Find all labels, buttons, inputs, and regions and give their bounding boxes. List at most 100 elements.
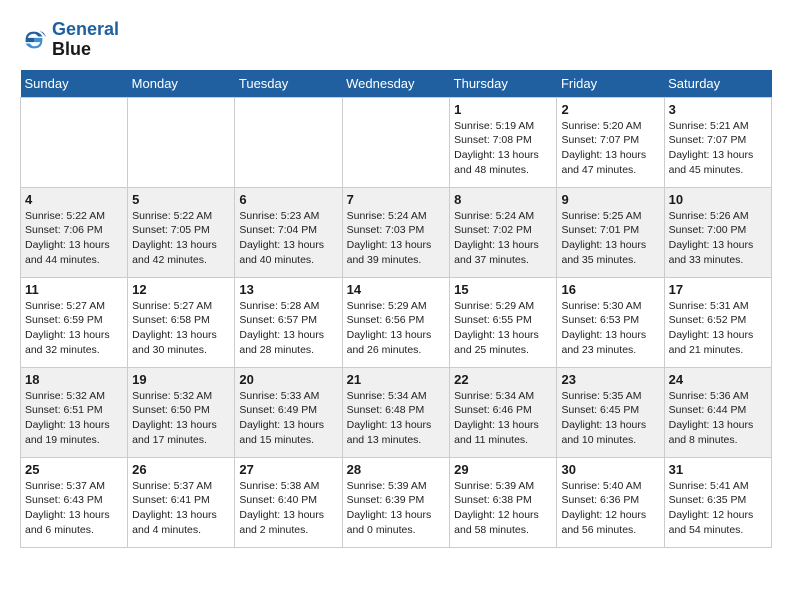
day-number: 12 [132, 282, 230, 297]
day-number: 17 [669, 282, 767, 297]
calendar-cell: 3 Sunrise: 5:21 AMSunset: 7:07 PMDayligh… [664, 97, 771, 187]
day-number: 9 [561, 192, 659, 207]
calendar-cell: 27 Sunrise: 5:38 AMSunset: 6:40 PMDaylig… [235, 457, 342, 547]
day-number: 16 [561, 282, 659, 297]
calendar-cell: 23 Sunrise: 5:35 AMSunset: 6:45 PMDaylig… [557, 367, 664, 457]
calendar-cell: 10 Sunrise: 5:26 AMSunset: 7:00 PMDaylig… [664, 187, 771, 277]
day-number: 22 [454, 372, 552, 387]
day-info: Sunrise: 5:37 AMSunset: 6:43 PMDaylight:… [25, 480, 110, 536]
calendar-cell: 29 Sunrise: 5:39 AMSunset: 6:38 PMDaylig… [450, 457, 557, 547]
day-number: 31 [669, 462, 767, 477]
calendar-week-row: 18 Sunrise: 5:32 AMSunset: 6:51 PMDaylig… [21, 367, 772, 457]
header-monday: Monday [128, 70, 235, 98]
day-number: 8 [454, 192, 552, 207]
calendar-week-row: 4 Sunrise: 5:22 AMSunset: 7:06 PMDayligh… [21, 187, 772, 277]
calendar-cell: 20 Sunrise: 5:33 AMSunset: 6:49 PMDaylig… [235, 367, 342, 457]
header-tuesday: Tuesday [235, 70, 342, 98]
calendar-week-row: 1 Sunrise: 5:19 AMSunset: 7:08 PMDayligh… [21, 97, 772, 187]
calendar-cell: 16 Sunrise: 5:30 AMSunset: 6:53 PMDaylig… [557, 277, 664, 367]
logo: General Blue [20, 20, 119, 60]
calendar-cell [21, 97, 128, 187]
calendar-cell [342, 97, 450, 187]
calendar-cell: 25 Sunrise: 5:37 AMSunset: 6:43 PMDaylig… [21, 457, 128, 547]
day-number: 5 [132, 192, 230, 207]
calendar-cell: 19 Sunrise: 5:32 AMSunset: 6:50 PMDaylig… [128, 367, 235, 457]
day-number: 10 [669, 192, 767, 207]
day-number: 4 [25, 192, 123, 207]
logo-text: General Blue [52, 20, 119, 60]
header-thursday: Thursday [450, 70, 557, 98]
day-number: 13 [239, 282, 337, 297]
day-info: Sunrise: 5:29 AMSunset: 6:55 PMDaylight:… [454, 300, 539, 356]
day-number: 3 [669, 102, 767, 117]
calendar-week-row: 25 Sunrise: 5:37 AMSunset: 6:43 PMDaylig… [21, 457, 772, 547]
day-number: 24 [669, 372, 767, 387]
calendar-cell: 6 Sunrise: 5:23 AMSunset: 7:04 PMDayligh… [235, 187, 342, 277]
day-info: Sunrise: 5:24 AMSunset: 7:03 PMDaylight:… [347, 210, 432, 266]
day-info: Sunrise: 5:33 AMSunset: 6:49 PMDaylight:… [239, 390, 324, 446]
day-number: 25 [25, 462, 123, 477]
calendar-cell: 26 Sunrise: 5:37 AMSunset: 6:41 PMDaylig… [128, 457, 235, 547]
day-info: Sunrise: 5:20 AMSunset: 7:07 PMDaylight:… [561, 120, 646, 176]
day-info: Sunrise: 5:30 AMSunset: 6:53 PMDaylight:… [561, 300, 646, 356]
day-info: Sunrise: 5:23 AMSunset: 7:04 PMDaylight:… [239, 210, 324, 266]
calendar-cell [128, 97, 235, 187]
day-info: Sunrise: 5:39 AMSunset: 6:38 PMDaylight:… [454, 480, 539, 536]
day-number: 29 [454, 462, 552, 477]
calendar-cell: 2 Sunrise: 5:20 AMSunset: 7:07 PMDayligh… [557, 97, 664, 187]
logo-icon [20, 26, 48, 54]
page-header: General Blue [20, 20, 772, 60]
day-info: Sunrise: 5:22 AMSunset: 7:05 PMDaylight:… [132, 210, 217, 266]
day-number: 14 [347, 282, 446, 297]
day-info: Sunrise: 5:41 AMSunset: 6:35 PMDaylight:… [669, 480, 754, 536]
calendar-week-row: 11 Sunrise: 5:27 AMSunset: 6:59 PMDaylig… [21, 277, 772, 367]
day-info: Sunrise: 5:26 AMSunset: 7:00 PMDaylight:… [669, 210, 754, 266]
calendar-cell [235, 97, 342, 187]
day-number: 15 [454, 282, 552, 297]
calendar-cell: 28 Sunrise: 5:39 AMSunset: 6:39 PMDaylig… [342, 457, 450, 547]
day-info: Sunrise: 5:27 AMSunset: 6:58 PMDaylight:… [132, 300, 217, 356]
day-info: Sunrise: 5:21 AMSunset: 7:07 PMDaylight:… [669, 120, 754, 176]
day-info: Sunrise: 5:36 AMSunset: 6:44 PMDaylight:… [669, 390, 754, 446]
day-info: Sunrise: 5:35 AMSunset: 6:45 PMDaylight:… [561, 390, 646, 446]
day-number: 19 [132, 372, 230, 387]
day-number: 6 [239, 192, 337, 207]
calendar-cell: 7 Sunrise: 5:24 AMSunset: 7:03 PMDayligh… [342, 187, 450, 277]
calendar-cell: 5 Sunrise: 5:22 AMSunset: 7:05 PMDayligh… [128, 187, 235, 277]
weekday-header-row: Sunday Monday Tuesday Wednesday Thursday… [21, 70, 772, 98]
day-number: 1 [454, 102, 552, 117]
day-number: 30 [561, 462, 659, 477]
header-friday: Friday [557, 70, 664, 98]
calendar-cell: 21 Sunrise: 5:34 AMSunset: 6:48 PMDaylig… [342, 367, 450, 457]
day-info: Sunrise: 5:32 AMSunset: 6:50 PMDaylight:… [132, 390, 217, 446]
calendar-cell: 13 Sunrise: 5:28 AMSunset: 6:57 PMDaylig… [235, 277, 342, 367]
day-info: Sunrise: 5:29 AMSunset: 6:56 PMDaylight:… [347, 300, 432, 356]
day-info: Sunrise: 5:24 AMSunset: 7:02 PMDaylight:… [454, 210, 539, 266]
calendar-cell: 9 Sunrise: 5:25 AMSunset: 7:01 PMDayligh… [557, 187, 664, 277]
day-info: Sunrise: 5:32 AMSunset: 6:51 PMDaylight:… [25, 390, 110, 446]
calendar-cell: 14 Sunrise: 5:29 AMSunset: 6:56 PMDaylig… [342, 277, 450, 367]
calendar-table: Sunday Monday Tuesday Wednesday Thursday… [20, 70, 772, 548]
header-wednesday: Wednesday [342, 70, 450, 98]
header-sunday: Sunday [21, 70, 128, 98]
calendar-cell: 17 Sunrise: 5:31 AMSunset: 6:52 PMDaylig… [664, 277, 771, 367]
day-info: Sunrise: 5:28 AMSunset: 6:57 PMDaylight:… [239, 300, 324, 356]
day-info: Sunrise: 5:37 AMSunset: 6:41 PMDaylight:… [132, 480, 217, 536]
calendar-cell: 15 Sunrise: 5:29 AMSunset: 6:55 PMDaylig… [450, 277, 557, 367]
day-info: Sunrise: 5:27 AMSunset: 6:59 PMDaylight:… [25, 300, 110, 356]
calendar-cell: 1 Sunrise: 5:19 AMSunset: 7:08 PMDayligh… [450, 97, 557, 187]
day-number: 7 [347, 192, 446, 207]
day-info: Sunrise: 5:40 AMSunset: 6:36 PMDaylight:… [561, 480, 646, 536]
calendar-cell: 31 Sunrise: 5:41 AMSunset: 6:35 PMDaylig… [664, 457, 771, 547]
day-number: 27 [239, 462, 337, 477]
calendar-cell: 11 Sunrise: 5:27 AMSunset: 6:59 PMDaylig… [21, 277, 128, 367]
calendar-cell: 18 Sunrise: 5:32 AMSunset: 6:51 PMDaylig… [21, 367, 128, 457]
calendar-cell: 22 Sunrise: 5:34 AMSunset: 6:46 PMDaylig… [450, 367, 557, 457]
day-info: Sunrise: 5:25 AMSunset: 7:01 PMDaylight:… [561, 210, 646, 266]
day-number: 28 [347, 462, 446, 477]
day-info: Sunrise: 5:31 AMSunset: 6:52 PMDaylight:… [669, 300, 754, 356]
day-number: 2 [561, 102, 659, 117]
day-number: 26 [132, 462, 230, 477]
day-number: 18 [25, 372, 123, 387]
calendar-cell: 8 Sunrise: 5:24 AMSunset: 7:02 PMDayligh… [450, 187, 557, 277]
